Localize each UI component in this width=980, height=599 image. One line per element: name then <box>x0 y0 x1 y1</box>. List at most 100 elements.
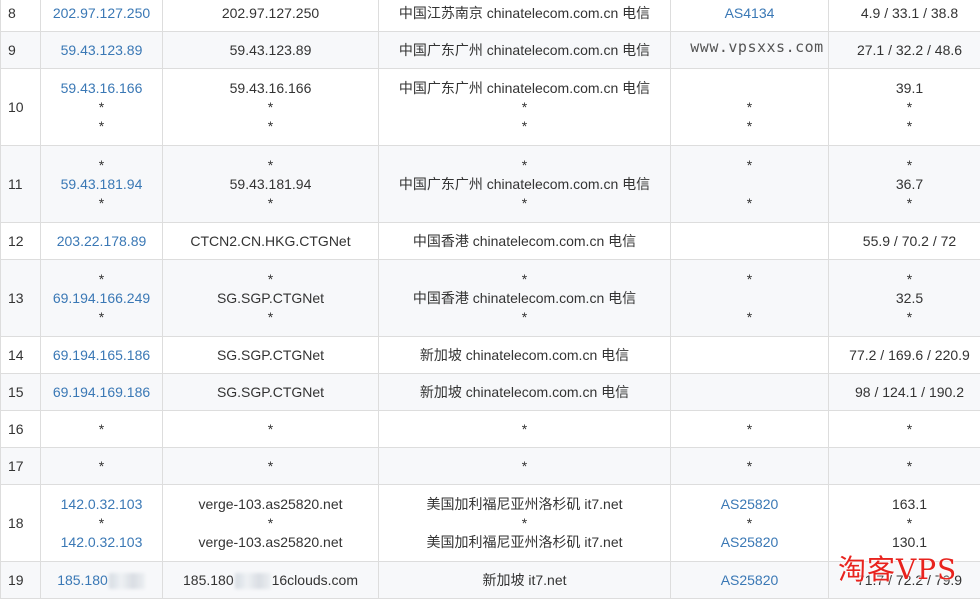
asn-cell: * * <box>671 69 829 146</box>
asn-cell <box>671 223 829 260</box>
ip-cell: 69.194.169.186 <box>41 374 163 411</box>
location-cell: * 中国广东广州 chinatelecom.com.cn 电信 * <box>379 146 671 223</box>
watermark-logo: 淘客VPS <box>838 548 957 588</box>
ip-link[interactable]: 142.0.32.103 <box>41 533 162 552</box>
ip-link[interactable]: 59.43.16.166 <box>41 79 162 98</box>
ip-cell: * 59.43.181.94 * <box>41 146 163 223</box>
latency-cell: * <box>829 411 980 448</box>
ip-cell: 59.43.123.89 <box>41 32 163 69</box>
asn-link[interactable]: AS4134 <box>671 4 828 23</box>
hop-number: 12 <box>1 223 41 260</box>
hostname-cell: CTCN2.CN.HKG.CTGNet <box>163 223 379 260</box>
location-cell: * 中国香港 chinatelecom.com.cn 电信 * <box>379 260 671 337</box>
latency-cell: 4.9 / 33.1 / 38.8 <box>829 0 980 32</box>
asn-cell <box>671 337 829 374</box>
asn-cell: * * <box>671 146 829 223</box>
asn-cell: AS4134 <box>671 0 829 32</box>
latency-cell: 55.9 / 70.2 / 72 <box>829 223 980 260</box>
asn-cell <box>671 374 829 411</box>
hostname-cell: 185.18016clouds.com <box>163 562 379 599</box>
ip-cell: 142.0.32.103 * 142.0.32.103 <box>41 485 163 562</box>
location-cell: 中国江苏南京 chinatelecom.com.cn 电信 <box>379 0 671 32</box>
ip-cell: 59.43.16.166 * * <box>41 69 163 146</box>
hostname-cell: * <box>163 448 379 485</box>
ip-link[interactable]: 69.194.166.249 <box>41 289 162 308</box>
table-row: 12 203.22.178.89 CTCN2.CN.HKG.CTGNet 中国香… <box>1 223 980 260</box>
table-row: 8 202.97.127.250 202.97.127.250 中国江苏南京 c… <box>1 0 980 32</box>
ip-cell: 203.22.178.89 <box>41 223 163 260</box>
hop-number: 16 <box>1 411 41 448</box>
hostname-cell: 202.97.127.250 <box>163 0 379 32</box>
ip-link[interactable]: 69.194.165.186 <box>41 346 162 365</box>
hostname-cell: * SG.SGP.CTGNet * <box>163 260 379 337</box>
ip-link[interactable]: 142.0.32.103 <box>41 495 162 514</box>
location-cell: 新加坡 it7.net <box>379 562 671 599</box>
location-cell: 美国加利福尼亚州洛杉矶 it7.net * 美国加利福尼亚州洛杉矶 it7.ne… <box>379 485 671 562</box>
asn-link[interactable]: AS25820 <box>671 495 828 514</box>
ip-cell: * <box>41 448 163 485</box>
hostname-cell: 59.43.16.166 * * <box>163 69 379 146</box>
latency-cell: 98 / 124.1 / 190.2 <box>829 374 980 411</box>
asn-cell: * <box>671 448 829 485</box>
traceroute-table: 8 202.97.127.250 202.97.127.250 中国江苏南京 c… <box>0 0 980 599</box>
asn-cell: * * <box>671 260 829 337</box>
table-row: 16 * * * * * <box>1 411 980 448</box>
ip-link[interactable]: 185.180 <box>57 572 108 588</box>
hop-number: 18 <box>1 485 41 562</box>
table-row: 15 69.194.169.186 SG.SGP.CTGNet 新加坡 chin… <box>1 374 980 411</box>
ip-cell: * 69.194.166.249 * <box>41 260 163 337</box>
asn-link[interactable]: AS25820 <box>671 571 828 590</box>
table-row: 17 * * * * * <box>1 448 980 485</box>
table-row: 10 59.43.16.166 * * 59.43.16.166 * * 中国广… <box>1 69 980 146</box>
location-cell: * <box>379 448 671 485</box>
hop-number: 17 <box>1 448 41 485</box>
asn-cell: AS25820 <box>671 562 829 599</box>
hop-number: 15 <box>1 374 41 411</box>
latency-cell: * 32.5 * <box>829 260 980 337</box>
location-cell: 中国香港 chinatelecom.com.cn 电信 <box>379 223 671 260</box>
table-row: 19 185.180 185.18016clouds.com 新加坡 it7.n… <box>1 562 980 599</box>
hostname-cell: SG.SGP.CTGNet <box>163 337 379 374</box>
asn-cell: * <box>671 411 829 448</box>
latency-cell: * 36.7 * <box>829 146 980 223</box>
hop-number: 11 <box>1 146 41 223</box>
location-cell: 新加坡 chinatelecom.com.cn 电信 <box>379 374 671 411</box>
ip-link[interactable]: 59.43.123.89 <box>41 41 162 60</box>
location-cell: 中国广东广州 chinatelecom.com.cn 电信 <box>379 32 671 69</box>
watermark-url: www.vpsxxs.com <box>688 38 826 56</box>
redacted-blur <box>235 573 271 589</box>
redacted-blur <box>109 573 145 589</box>
table-row: 13 * 69.194.166.249 * * SG.SGP.CTGNet * … <box>1 260 980 337</box>
table-row: 14 69.194.165.186 SG.SGP.CTGNet 新加坡 chin… <box>1 337 980 374</box>
table-row: 9 59.43.123.89 59.43.123.89 中国广东广州 china… <box>1 32 980 69</box>
location-cell: * <box>379 411 671 448</box>
hop-number: 8 <box>1 0 41 32</box>
ip-cell: 202.97.127.250 <box>41 0 163 32</box>
ip-cell: * <box>41 411 163 448</box>
hop-number: 19 <box>1 562 41 599</box>
hostname-cell: * <box>163 411 379 448</box>
latency-cell: * <box>829 448 980 485</box>
hop-number: 14 <box>1 337 41 374</box>
asn-link[interactable]: AS25820 <box>671 533 828 552</box>
table-row: 18 142.0.32.103 * 142.0.32.103 verge-103… <box>1 485 980 562</box>
latency-cell: 77.2 / 169.6 / 220.9 <box>829 337 980 374</box>
ip-link[interactable]: 202.97.127.250 <box>41 4 162 23</box>
ip-link[interactable]: 203.22.178.89 <box>41 232 162 251</box>
ip-cell: 69.194.165.186 <box>41 337 163 374</box>
hostname-cell: verge-103.as25820.net * verge-103.as2582… <box>163 485 379 562</box>
location-cell: 新加坡 chinatelecom.com.cn 电信 <box>379 337 671 374</box>
ip-cell: 185.180 <box>41 562 163 599</box>
hop-number: 9 <box>1 32 41 69</box>
location-cell: 中国广东广州 chinatelecom.com.cn 电信 * * <box>379 69 671 146</box>
latency-cell: 39.1 * * <box>829 69 980 146</box>
table-row: 11 * 59.43.181.94 * * 59.43.181.94 * * 中… <box>1 146 980 223</box>
asn-cell: AS25820 * AS25820 <box>671 485 829 562</box>
ip-link[interactable]: 69.194.169.186 <box>41 383 162 402</box>
hostname-cell: 59.43.123.89 <box>163 32 379 69</box>
ip-link[interactable]: 59.43.181.94 <box>41 175 162 194</box>
hop-number: 10 <box>1 69 41 146</box>
hop-number: 13 <box>1 260 41 337</box>
hostname-cell: * 59.43.181.94 * <box>163 146 379 223</box>
latency-cell: 27.1 / 32.2 / 48.6 <box>829 32 980 69</box>
